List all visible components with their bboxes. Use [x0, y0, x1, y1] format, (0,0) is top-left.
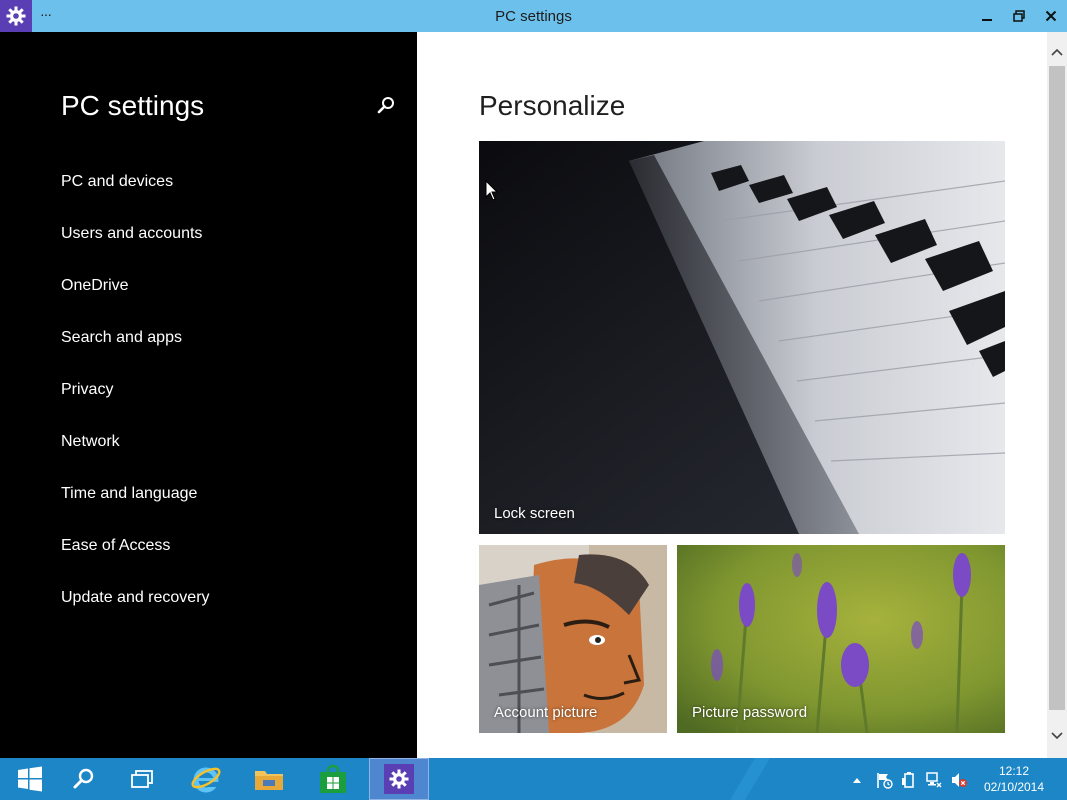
start-icon [18, 766, 42, 792]
page-title: Personalize [479, 90, 626, 121]
power-status-button[interactable] [900, 771, 918, 789]
account-picture-tile[interactable]: Account picture [479, 545, 667, 733]
minimize-icon [982, 19, 992, 21]
volume-button[interactable] [950, 771, 968, 789]
nav-item-privacy[interactable]: Privacy [61, 379, 210, 431]
nav-item-search-and-apps[interactable]: Search and apps [61, 327, 210, 379]
power-icon [902, 772, 914, 788]
task-view-icon [131, 770, 153, 788]
mouse-cursor-icon [485, 180, 499, 201]
picture-password-tile[interactable]: Picture password [677, 545, 1005, 733]
lock-screen-image [479, 141, 1005, 534]
scroll-thumb[interactable] [1049, 66, 1065, 710]
sidebar: PC settings PC and devices Users and acc… [0, 32, 417, 758]
pc-settings-taskbar-button[interactable] [369, 758, 429, 800]
restore-icon [1013, 10, 1025, 22]
internet-explorer-button[interactable] [176, 758, 236, 800]
nav-item-onedrive[interactable]: OneDrive [61, 275, 210, 327]
chevron-up-icon [853, 778, 861, 783]
file-explorer-button[interactable] [239, 758, 299, 800]
show-hidden-icons-button[interactable] [848, 771, 866, 789]
settings-nav: PC and devices Users and accounts OneDri… [61, 171, 210, 639]
settings-icon [384, 764, 414, 794]
clock-time: 12:12 [998, 764, 1030, 778]
store-button[interactable] [303, 758, 363, 800]
scroll-down-button[interactable] [1047, 726, 1067, 746]
nav-item-update-and-recovery[interactable]: Update and recovery [61, 587, 210, 639]
file-explorer-icon [255, 771, 283, 790]
clock-date: 02/10/2014 [983, 780, 1045, 794]
start-button[interactable] [0, 758, 60, 800]
internet-explorer-icon [191, 767, 221, 793]
nav-item-users-and-accounts[interactable]: Users and accounts [61, 223, 210, 275]
store-icon [320, 764, 346, 793]
window-title: PC settings [495, 8, 572, 25]
lock-screen-tile[interactable]: Lock screen [479, 141, 1005, 534]
nav-item-network[interactable]: Network [61, 431, 210, 483]
close-button[interactable] [1034, 0, 1067, 32]
lock-screen-label: Lock screen [494, 505, 575, 522]
action-center-flag-icon [877, 773, 893, 789]
chevron-up-icon [1051, 48, 1063, 56]
nav-item-pc-and-devices[interactable]: PC and devices [61, 171, 210, 223]
taskbar: 12:12 02/10/2014 [0, 758, 1067, 800]
action-center-button[interactable] [875, 771, 893, 789]
network-icon [926, 772, 942, 788]
sidebar-title: PC settings [61, 90, 205, 121]
search-icon [73, 768, 94, 789]
nav-item-time-and-language[interactable]: Time and language [61, 483, 210, 535]
chevron-down-icon [1051, 732, 1063, 740]
volume-muted-icon [952, 773, 967, 787]
personalize-page: Personalize Lock screen Account picture … [417, 32, 1047, 758]
nav-item-ease-of-access[interactable]: Ease of Access [61, 535, 210, 587]
search-icon[interactable] [374, 94, 398, 118]
minimize-button[interactable] [970, 0, 1004, 32]
taskbar-search-button[interactable] [54, 758, 114, 800]
network-status-button[interactable] [925, 771, 943, 789]
picture-password-label: Picture password [692, 704, 808, 721]
restore-button[interactable] [1002, 0, 1036, 32]
vertical-scrollbar[interactable] [1047, 32, 1067, 758]
clock[interactable]: 12:12 02/10/2014 [979, 763, 1049, 795]
scroll-up-button[interactable] [1047, 42, 1067, 62]
task-view-button[interactable] [113, 758, 173, 800]
title-bar: ··· PC settings [0, 0, 1067, 32]
close-icon [1045, 10, 1057, 22]
taskbar-decoration [730, 758, 770, 800]
account-picture-label: Account picture [494, 704, 598, 721]
